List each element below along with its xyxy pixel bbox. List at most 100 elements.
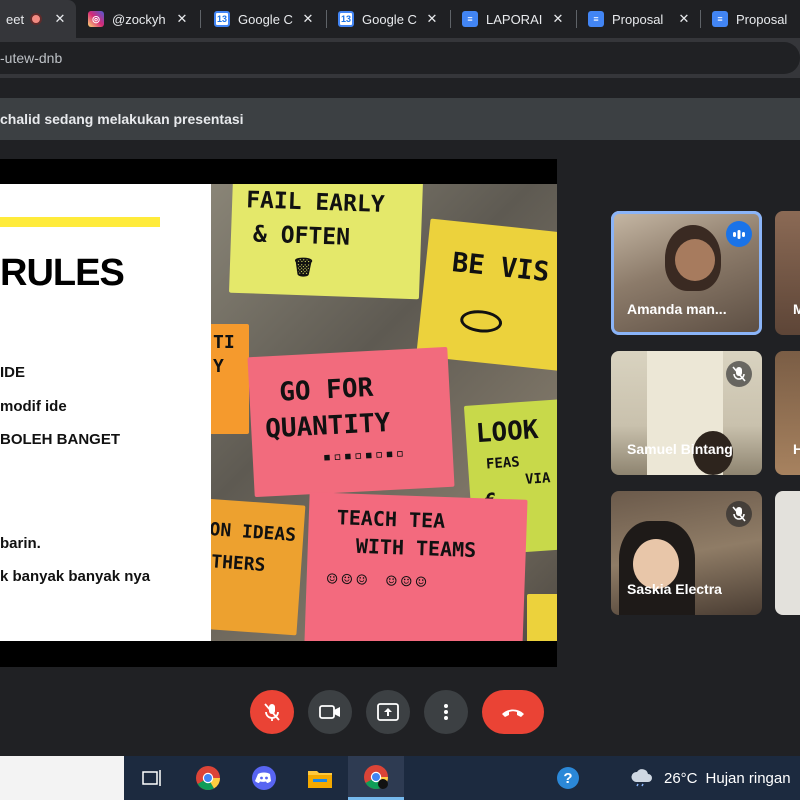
discord-taskbar-button[interactable] (236, 756, 292, 800)
faces-doodle-icon: ☺☺☺ ☺☺☺ (326, 568, 431, 594)
weather-temperature: 26°C (664, 769, 698, 787)
tab-calendar-2[interactable]: 13 Google C ✕ (328, 0, 448, 38)
camera-icon (319, 705, 340, 719)
sticky-note: GO FOR QUANTITY ▪▫▪▫▪▫▪▫ (247, 346, 455, 498)
task-view-icon (142, 770, 161, 786)
participant-name: H (793, 441, 800, 457)
note-text: GO FOR (278, 372, 374, 408)
mic-off-icon (726, 501, 752, 527)
note-text: LOOK (474, 414, 540, 450)
tab-calendar-1[interactable]: 13 Google C ✕ (204, 0, 324, 38)
task-view-button[interactable] (124, 756, 180, 800)
presenting-text: chalid sedang melakukan presentasi (0, 111, 244, 127)
close-tab-icon[interactable]: ✕ (50, 11, 70, 27)
slide-heading: RULES (0, 252, 125, 294)
note-text: VIA (524, 470, 552, 488)
tab-title: Proposal (612, 11, 664, 27)
participant-tile-h[interactable]: H (775, 351, 800, 475)
file-explorer-icon (308, 771, 332, 788)
more-options-button[interactable] (424, 690, 468, 734)
tab-separator (576, 10, 577, 28)
close-tab-icon[interactable]: ✕ (674, 11, 694, 27)
file-explorer-taskbar-button[interactable] (292, 756, 348, 800)
weather-widget[interactable]: 26°C Hujan ringan (630, 756, 791, 800)
camera-toggle-button[interactable] (308, 690, 352, 734)
tab-separator (450, 10, 451, 28)
note-text: TEACH TEA (336, 505, 446, 533)
tab-title: @zockyh (112, 11, 166, 27)
end-call-button[interactable] (482, 690, 544, 734)
sticky-note: TEACH TEA WITH TEAMS ☺☺☺ ☺☺☺ (304, 492, 528, 641)
close-tab-icon[interactable]: ✕ (422, 11, 442, 27)
mic-off-icon (264, 703, 280, 721)
tab-meet[interactable]: eet ✕ (0, 0, 76, 38)
note-text: WITH TEAMS (355, 533, 477, 563)
tab-proposal-2[interactable]: ≡ Proposal (702, 0, 800, 38)
help-button[interactable]: ? (540, 756, 596, 800)
address-bar[interactable]: -utew-dnb (0, 42, 800, 74)
note-text: FAIL EARLY (245, 187, 386, 219)
sticky-note (527, 594, 557, 641)
speaking-indicator-icon (726, 221, 752, 247)
note-text: QUANTITY (264, 407, 392, 445)
mic-toggle-button[interactable] (250, 690, 294, 734)
chrome-taskbar-button[interactable] (180, 756, 236, 800)
tab-laporan[interactable]: ≡ LAPORAI ✕ (452, 0, 574, 38)
taskbar-search-box[interactable] (0, 756, 124, 800)
participant-tile-saskia[interactable]: Saskia Electra (611, 491, 762, 615)
instagram-icon: ◎ (88, 11, 104, 27)
tab-title: Google C (362, 11, 417, 27)
toolbar: -utew-dnb (0, 38, 800, 78)
discord-icon (252, 766, 276, 790)
rain-cloud-icon (631, 769, 652, 787)
slide-panel: RULES IDE modif ide BOLEH BANGET barin. … (0, 184, 211, 641)
tab-title: eet (6, 11, 25, 27)
slide-line: BOLEH BANGET (0, 431, 120, 448)
squares-doodle-icon: ▪▫▪▫▪▫▪▫ (322, 445, 407, 466)
participant-tile-amanda[interactable]: Amanda man... (611, 211, 762, 335)
sticky-notes-photo: FAIL EARLY & OFTEN 🗑 BE VIS TI Y GO FOR … (211, 184, 557, 641)
eye-doodle-icon (459, 308, 504, 335)
sticky-note: FAIL EARLY & OFTEN 🗑 (228, 184, 424, 300)
note-text: TI (213, 332, 235, 353)
sticky-note: TI Y (211, 324, 249, 434)
participant-tile-partial[interactable] (775, 491, 800, 615)
tab-proposal-1[interactable]: ≡ Proposal ✕ (578, 0, 700, 38)
note-text: BE VIS (450, 247, 551, 289)
browser-tab-strip: eet ✕ ◎ @zockyh ✕ 13 Google C ✕ 13 Googl… (0, 0, 800, 38)
close-tab-icon[interactable]: ✕ (298, 11, 318, 27)
slide-line: IDE (0, 364, 26, 381)
close-tab-icon[interactable]: ✕ (172, 11, 192, 27)
close-tab-icon[interactable]: ✕ (548, 11, 568, 27)
docs-icon: ≡ (462, 11, 478, 27)
tab-title: Google C (238, 11, 293, 27)
note-text: Y (213, 356, 224, 377)
chrome-active-icon (364, 764, 388, 789)
participant-name: M (793, 301, 800, 317)
tab-separator (700, 10, 701, 28)
participant-name: Saskia Electra (627, 581, 722, 597)
participant-name: Amanda man... (627, 301, 727, 317)
present-button[interactable] (366, 690, 410, 734)
participant-tile-m[interactable]: M (775, 211, 800, 335)
chrome-active-taskbar-button[interactable] (348, 756, 404, 800)
url-text: -utew-dnb (0, 50, 63, 66)
recording-indicator-icon (30, 13, 42, 25)
tab-separator (200, 10, 201, 28)
slide-line: barin. (0, 535, 41, 552)
note-text: FEAS (485, 454, 521, 473)
tab-instagram[interactable]: ◎ @zockyh ✕ (78, 0, 198, 38)
docs-icon: ≡ (712, 11, 728, 27)
participant-name: Samuel Bintang (627, 441, 733, 457)
docs-icon: ≡ (588, 11, 604, 27)
mic-off-icon (726, 361, 752, 387)
end-call-icon (502, 709, 524, 717)
note-text: ON IDEAS (211, 519, 297, 547)
help-icon: ? (557, 767, 579, 789)
participant-tile-samuel[interactable]: Samuel Bintang (611, 351, 762, 475)
chrome-icon (196, 766, 220, 791)
slide-highlight-bar (0, 217, 160, 227)
calendar-icon: 13 (214, 11, 230, 27)
note-text: & OFTEN (252, 221, 351, 251)
presentation-banner: chalid sedang melakukan presentasi (0, 98, 800, 140)
